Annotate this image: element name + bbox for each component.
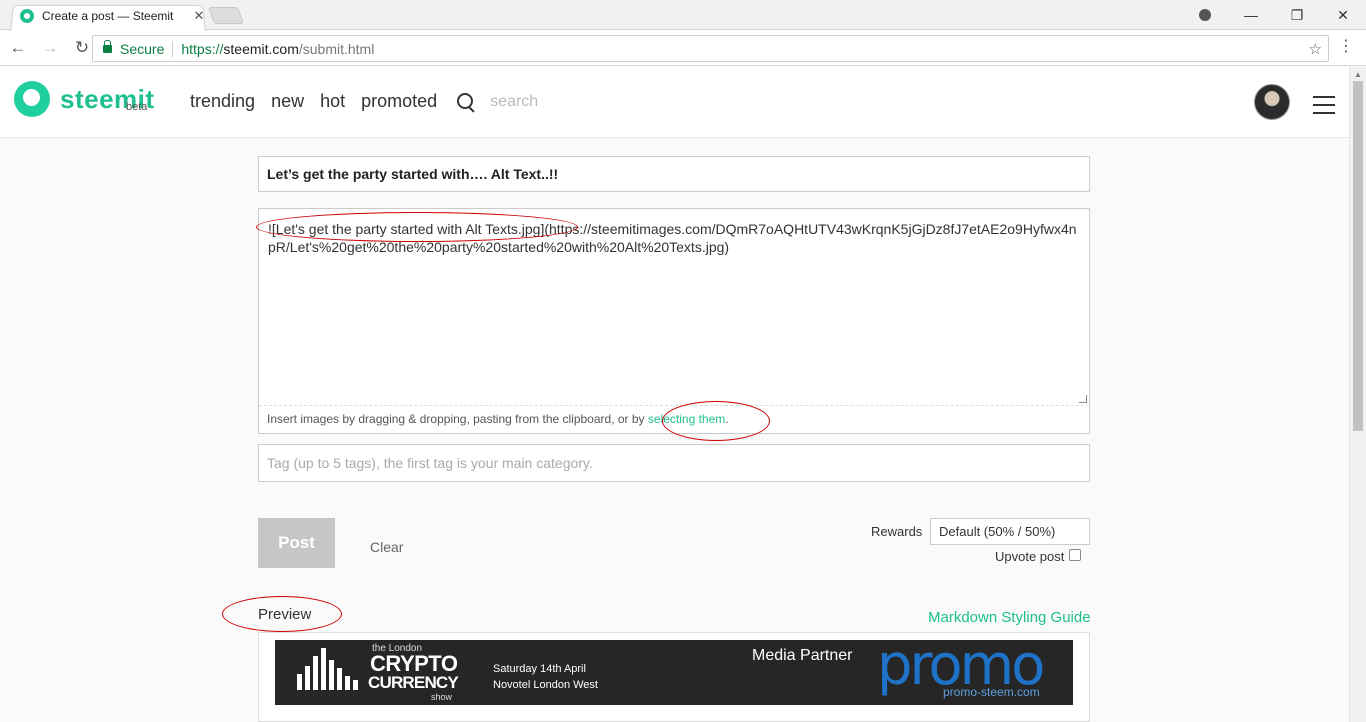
omnibox-separator bbox=[172, 40, 174, 57]
minimize-button[interactable]: — bbox=[1228, 0, 1274, 30]
preview-banner-image: the London CRYPTO CURRENCY show Saturday… bbox=[275, 640, 1073, 705]
body-textarea[interactable]: ![Let's get the party started with Alt T… bbox=[268, 220, 1080, 256]
address-bar[interactable]: Secure https:// steemit.com /submit.html… bbox=[92, 35, 1329, 62]
nav-new[interactable]: new bbox=[271, 91, 304, 112]
banner-crypto: CRYPTO bbox=[370, 651, 458, 676]
url-host: steemit.com bbox=[223, 40, 299, 57]
tab-close-icon[interactable]: ✕ bbox=[192, 8, 206, 24]
nav-promoted[interactable]: promoted bbox=[361, 91, 437, 112]
search-icon[interactable] bbox=[457, 93, 474, 110]
secure-label: Secure bbox=[120, 40, 165, 57]
bookmark-star-icon[interactable]: ☆ bbox=[1309, 40, 1322, 58]
scroll-up-icon[interactable]: ▲ bbox=[1354, 70, 1362, 79]
browser-toolbar: ← → ↻ Secure https:// steemit.com /submi… bbox=[0, 31, 1366, 66]
back-button[interactable]: ← bbox=[4, 34, 32, 62]
tag-input[interactable]: Tag (up to 5 tags), the first tag is you… bbox=[258, 444, 1090, 482]
nav-trending[interactable]: trending bbox=[190, 91, 255, 112]
browser-tab-content[interactable]: Create a post — Steemit ✕ bbox=[20, 6, 206, 26]
close-window-button[interactable]: ✕ bbox=[1320, 0, 1366, 30]
browser-menu-icon[interactable]: ⋮ bbox=[1338, 39, 1354, 55]
tab-title: Create a post — Steemit bbox=[42, 9, 174, 23]
title-input[interactable]: Let’s get the party started with…. Alt T… bbox=[258, 156, 1090, 192]
upvote-post-label: Upvote post bbox=[995, 549, 1065, 564]
profile-button[interactable] bbox=[1182, 0, 1228, 30]
nav-hot[interactable]: hot bbox=[320, 91, 345, 112]
select-images-link[interactable]: selecting them bbox=[648, 412, 725, 426]
insert-hint-text: Insert images by dragging & dropping, pa… bbox=[267, 412, 645, 426]
url-scheme: https:// bbox=[181, 40, 224, 57]
banner-currency: CURRENCY bbox=[368, 673, 459, 692]
resize-handle-icon[interactable] bbox=[1079, 395, 1087, 403]
browser-tabstrip: Create a post — Steemit ✕ — ❐ ✕ bbox=[0, 0, 1366, 31]
new-tab-button[interactable] bbox=[207, 7, 245, 24]
rewards-label: Rewards bbox=[871, 524, 923, 539]
banner-date: Saturday 14th April bbox=[493, 663, 586, 675]
lock-icon bbox=[103, 39, 112, 53]
markdown-guide-link[interactable]: Markdown Styling Guide bbox=[928, 609, 1091, 626]
steemit-favicon-icon bbox=[20, 9, 34, 23]
search-input[interactable]: search bbox=[490, 93, 538, 111]
window-controls: — ❐ ✕ bbox=[1182, 0, 1366, 30]
preview-heading: Preview bbox=[258, 606, 312, 623]
page-scrollbar[interactable]: ▲ bbox=[1349, 67, 1366, 722]
url-path: /submit.html bbox=[298, 40, 375, 57]
banner-venue: Novotel London West bbox=[493, 679, 598, 691]
restore-button[interactable]: ❐ bbox=[1274, 0, 1320, 30]
image-upload-hint: Insert images by dragging & dropping, pa… bbox=[259, 405, 1089, 433]
beta-label: beta bbox=[126, 101, 148, 113]
rewards-select[interactable]: Default (50% / 50%) bbox=[930, 518, 1090, 545]
site-header: steemit beta trending new hot promoted s… bbox=[0, 67, 1349, 138]
avatar[interactable] bbox=[1254, 84, 1290, 120]
crypto-show-logo-bars-icon bbox=[297, 648, 359, 690]
banner-media-partner: Media Partner bbox=[752, 647, 853, 664]
hamburger-menu-icon[interactable] bbox=[1313, 96, 1335, 120]
scroll-thumb[interactable] bbox=[1353, 81, 1363, 431]
banner-promo-url: promo-steem.com bbox=[943, 685, 1040, 699]
body-editor[interactable]: ![Let's get the party started with Alt T… bbox=[258, 208, 1090, 434]
main-nav: trending new hot promoted search bbox=[190, 91, 554, 112]
clear-button[interactable]: Clear bbox=[370, 539, 403, 555]
upvote-post-checkbox[interactable] bbox=[1069, 549, 1081, 561]
profile-icon bbox=[1199, 9, 1211, 21]
insert-hint-end: . bbox=[725, 412, 729, 426]
steemit-logo-icon bbox=[14, 81, 50, 117]
forward-button[interactable]: → bbox=[36, 34, 64, 62]
post-button[interactable]: Post bbox=[258, 518, 335, 568]
banner-show: show bbox=[431, 692, 453, 702]
